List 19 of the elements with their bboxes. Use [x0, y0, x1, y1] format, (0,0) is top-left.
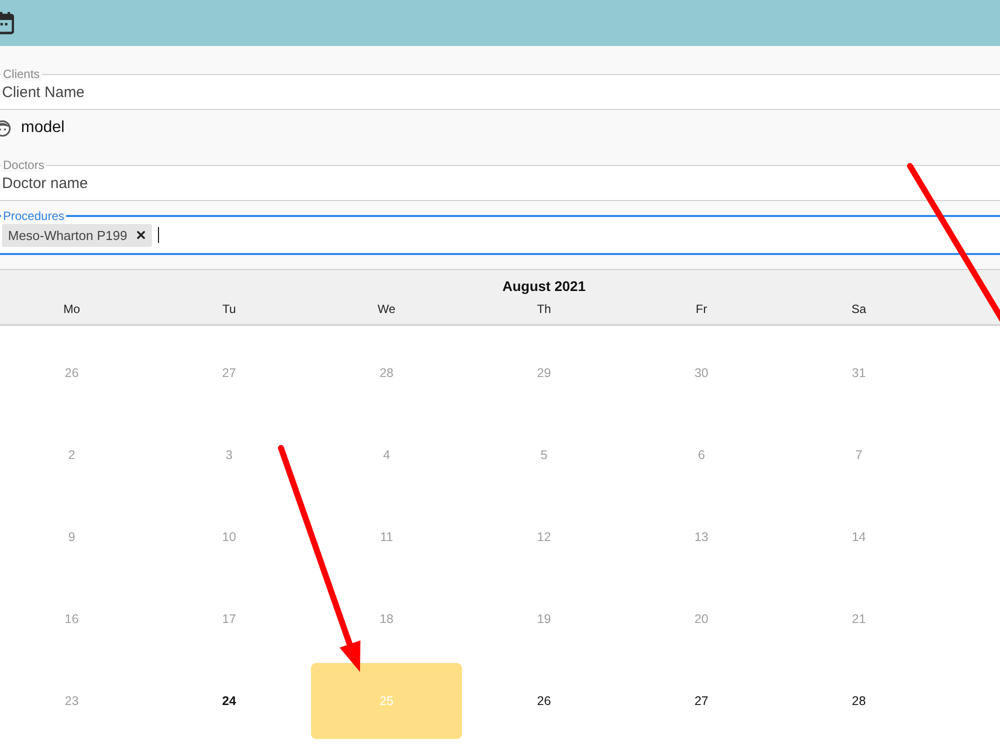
weekday-label: Th [536, 302, 551, 316]
procedure-chip[interactable]: Meso-Wharton P199 [2, 224, 152, 246]
field-label: Clients [1, 67, 42, 81]
month-title: August 2021 [502, 278, 586, 294]
weekday-label: Fr [696, 302, 708, 316]
weekday-label: Tu [222, 302, 236, 316]
weekday-label: Mo [63, 302, 80, 316]
field-label: Procedures [1, 209, 66, 223]
calendar-day[interactable]: 28 [783, 663, 935, 739]
remove-icon[interactable] [137, 231, 146, 239]
weekday-label: Sa [852, 302, 866, 316]
calendar-day[interactable]: 26 [468, 663, 620, 739]
calendar-day[interactable]: 24 [153, 663, 305, 739]
calendar-day[interactable]: 27 [626, 663, 778, 739]
field-label: Doctors [1, 158, 46, 172]
option-label: model [21, 118, 65, 138]
calendar-icon[interactable] [0, 11, 14, 35]
weekday-label: We [378, 302, 396, 316]
text-cursor-icon [158, 227, 160, 243]
